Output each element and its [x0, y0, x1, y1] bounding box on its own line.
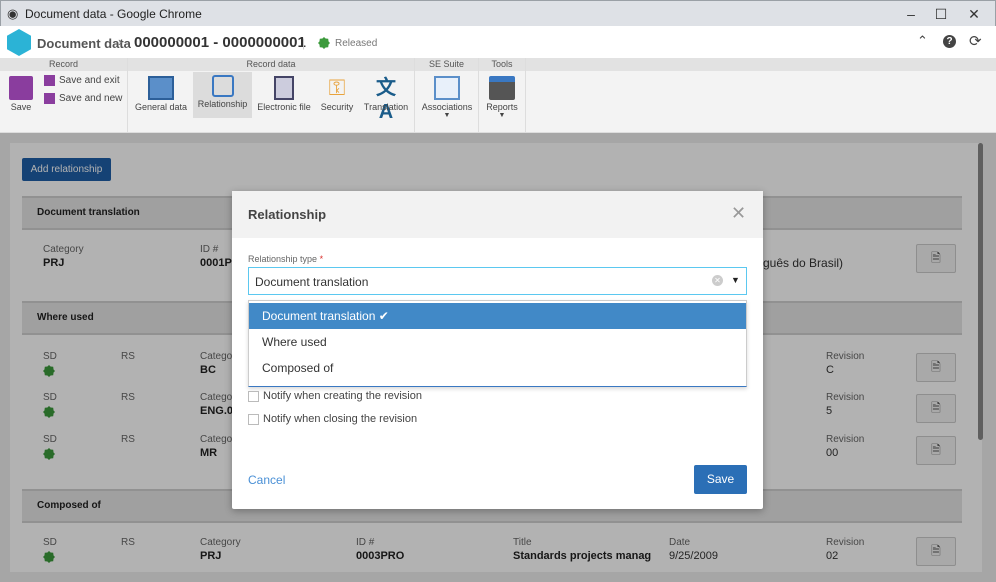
label: Security — [320, 102, 354, 112]
released-seal-icon — [318, 37, 330, 49]
window-titlebar: ◉ Document data - Google Chrome – ☐ ✕ — [0, 0, 996, 26]
associations-button[interactable]: Associations ▼ — [418, 73, 476, 129]
breadcrumb-root[interactable]: Document data — [37, 36, 131, 51]
reports-button[interactable]: Reports ▼ — [482, 73, 522, 129]
relationship-type-label: Relationship type * — [248, 254, 323, 264]
file-web-icon — [274, 76, 294, 100]
group-header-filler — [526, 58, 996, 71]
general-data-button[interactable]: General data — [132, 73, 190, 117]
group-label: Record data — [128, 58, 414, 71]
refresh-icon[interactable]: ⟳ — [969, 32, 982, 50]
label: General data — [134, 102, 188, 112]
checkbox-label: Notify when creating the revision — [263, 390, 422, 402]
dialog-title: Relationship — [248, 207, 327, 222]
dialog-header: Relationship ✕ — [232, 191, 763, 238]
group-tools: Tools Reports ▼ — [479, 58, 526, 133]
checkbox-label: Notify when closing the revision — [263, 413, 418, 425]
chevron-right-icon: › — [118, 34, 123, 49]
key-icon: ⚿ — [328, 75, 346, 100]
relationship-type-options: Document translation ✔ Where used Compos… — [248, 300, 747, 387]
relationship-button[interactable]: Relationship — [193, 72, 252, 118]
divider: | — [302, 36, 306, 50]
save-button[interactable]: Save — [694, 465, 747, 494]
group-label: SE Suite — [415, 58, 478, 71]
option-composed-of[interactable]: Composed of — [249, 355, 746, 381]
save-new-icon — [44, 93, 55, 104]
record-id: 000000001 - 0000000001 — [134, 34, 306, 51]
checkbox-box[interactable] — [248, 390, 259, 402]
help-icon[interactable]: ? — [943, 35, 956, 48]
cancel-button[interactable]: Cancel — [248, 473, 285, 487]
app-header: Document data › 000000001 - 0000000001 |… — [0, 26, 996, 58]
option-where-used[interactable]: Where used — [249, 329, 746, 355]
dropdown-arrow-icon: ▼ — [443, 112, 451, 119]
ribbon-toolbar: Record Save Save and exit Save and new R… — [0, 58, 996, 133]
globe-icon: ◉ — [7, 6, 19, 21]
group-label: Tools — [479, 58, 525, 71]
checkbox-box[interactable] — [248, 413, 259, 425]
group-se-suite: SE Suite Associations ▼ — [415, 58, 479, 133]
caret-down-icon[interactable]: ▼ — [731, 275, 740, 285]
security-button[interactable]: ⚿ Security — [316, 73, 358, 117]
save-new-label: Save and new — [59, 93, 123, 105]
save-ribbon-button[interactable]: Save — [4, 73, 38, 117]
maximize-button[interactable]: ☐ — [926, 4, 956, 24]
required-mark: * — [319, 254, 324, 264]
option-document-translation[interactable]: Document translation ✔ — [249, 303, 746, 329]
translate-icon: 文A — [376, 77, 396, 123]
select-value: Document translation — [255, 275, 369, 289]
close-icon[interactable]: ✕ — [731, 203, 746, 224]
label: Electronic file — [257, 102, 311, 112]
document-app-icon — [7, 29, 31, 56]
label: Relationship — [197, 99, 248, 109]
associations-icon — [434, 76, 460, 100]
window-title: Document data - Google Chrome — [25, 7, 202, 21]
clear-icon[interactable]: ✕ — [712, 275, 723, 286]
status-badge: Released — [335, 38, 378, 49]
group-record: Record Save Save and exit Save and new — [0, 58, 128, 133]
save-and-exit-button[interactable]: Save and exit — [44, 75, 120, 86]
group-label: Record — [0, 58, 127, 71]
hierarchy-icon — [211, 75, 234, 97]
relationship-dialog: Relationship ✕ Relationship type * Docum… — [232, 191, 763, 509]
option-label: Document translation — [262, 309, 376, 323]
check-icon: ✔ — [378, 309, 389, 323]
printer-icon — [489, 76, 515, 100]
notify-creating-checkbox[interactable]: Notify when creating the revision — [248, 390, 422, 402]
floppy-icon — [9, 76, 33, 100]
save-exit-icon — [44, 75, 55, 86]
label: Reports — [486, 102, 518, 112]
close-window-button[interactable]: ✕ — [959, 4, 989, 24]
field-label-text: Relationship type — [248, 254, 318, 264]
group-record-data: Record data General data Relationship El… — [128, 58, 415, 133]
collapse-icon[interactable]: ⌃ — [917, 33, 928, 49]
notify-closing-checkbox[interactable]: Notify when closing the revision — [248, 413, 417, 425]
save-label: Save — [10, 102, 32, 112]
form-icon — [148, 76, 174, 100]
electronic-file-button[interactable]: Electronic file — [255, 73, 313, 117]
minimize-button[interactable]: – — [896, 4, 926, 24]
label: Translation — [363, 102, 409, 112]
translation-button[interactable]: 文A Translation — [361, 73, 411, 123]
save-exit-label: Save and exit — [59, 75, 120, 87]
save-and-new-button[interactable]: Save and new — [44, 93, 122, 104]
label: Associations — [421, 102, 473, 112]
relationship-type-select[interactable]: Document translation ✕ ▼ — [248, 267, 747, 295]
dropdown-arrow-icon: ▼ — [498, 112, 506, 119]
